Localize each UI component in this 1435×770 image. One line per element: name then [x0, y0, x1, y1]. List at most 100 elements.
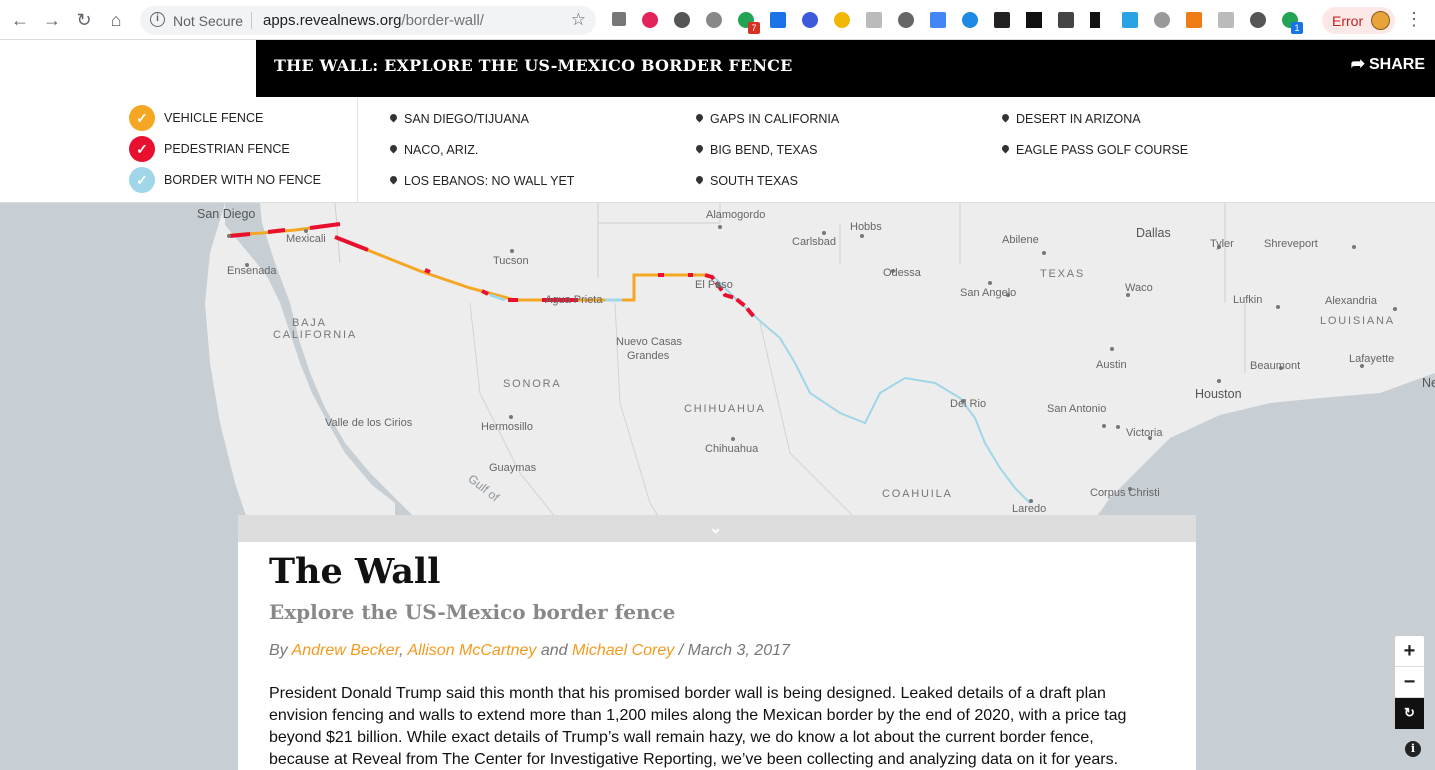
map-label: Tyler [1210, 238, 1234, 250]
author-link[interactable]: Michael Corey [572, 642, 674, 659]
address-bar[interactable]: i Not Secure apps.revealnews.org/border-… [140, 6, 596, 35]
extension-icon[interactable] [1186, 12, 1202, 28]
map-label: Lufkin [1233, 294, 1263, 306]
map-label: COAHUILA [882, 488, 953, 500]
extension-icon[interactable] [834, 12, 850, 28]
profile-error-button[interactable]: Error [1322, 7, 1395, 34]
map-label: Ne [1422, 376, 1435, 390]
extension-badge: 7 [748, 22, 760, 34]
map-label: Odessa [883, 267, 921, 279]
location-link[interactable]: SOUTH TEXAS [696, 174, 798, 188]
map-label: El Paso [695, 279, 733, 291]
byline-and: and [540, 642, 568, 659]
extension-icon[interactable] [802, 12, 818, 28]
map-label: Abilene [1002, 234, 1039, 246]
forward-icon[interactable]: → [40, 8, 64, 32]
camera-icon[interactable] [994, 12, 1010, 28]
byline: By Andrew Becker, Allison McCartney and … [269, 642, 790, 660]
map-label: Lafayette [1349, 353, 1395, 365]
map-label: Agua Prieta [545, 294, 603, 306]
extension-icon[interactable] [770, 12, 786, 28]
zoom-in-button[interactable]: + [1395, 636, 1424, 667]
map-label: BAJA [292, 317, 327, 329]
location-link[interactable]: LOS EBANOS: NO WALL YET [390, 174, 574, 188]
extension-icon[interactable] [866, 12, 882, 28]
extension-icon[interactable] [642, 12, 658, 28]
location-label: GAPS IN CALIFORNIA [710, 112, 840, 126]
article-subtitle: Explore the US-Mexico border fence [269, 600, 676, 624]
location-label: SOUTH TEXAS [710, 174, 798, 188]
location-link[interactable]: EAGLE PASS GOLF COURSE [1002, 143, 1188, 157]
translate-icon[interactable] [930, 12, 946, 28]
map-label: Mexicali [286, 233, 326, 245]
extension-icon[interactable] [706, 12, 722, 28]
back-icon[interactable]: ← [8, 8, 32, 32]
zoom-out-button[interactable]: − [1395, 667, 1424, 698]
location-label: EAGLE PASS GOLF COURSE [1016, 143, 1189, 157]
map-label: Hermosillo [481, 421, 533, 433]
url-text[interactable]: apps.revealnews.org/border-wall/ [263, 12, 484, 29]
extension-icon[interactable] [1122, 12, 1138, 28]
map-label: Victoria [1126, 427, 1163, 439]
author-link[interactable]: Allison McCartney [407, 642, 536, 659]
map-label: Beaumont [1250, 360, 1301, 372]
info-icon[interactable]: i [1405, 741, 1421, 757]
map-label: Chihuahua [705, 443, 759, 455]
location-label: LOS EBANOS: NO WALL YET [404, 174, 575, 188]
location-label: NACO, ARIZ. [404, 143, 479, 157]
location-label: SAN DIEGO/TIJUANA [404, 112, 530, 126]
info-icon[interactable]: i [150, 12, 165, 27]
map-label: Waco [1125, 282, 1153, 294]
map-label: Austin [1096, 359, 1127, 371]
extension-pen-icon[interactable] [612, 12, 626, 26]
article-card: ⌄ The Wall Explore the US-Mexico border … [238, 515, 1196, 770]
collapse-handle[interactable]: ⌄ [238, 515, 1196, 542]
share-label: SHARE [1368, 56, 1425, 73]
map-label: CHIHUAHUA [684, 403, 766, 415]
location-label: BIG BEND, TEXAS [710, 143, 818, 157]
location-link[interactable]: NACO, ARIZ. [390, 143, 478, 157]
extension-icon[interactable] [674, 12, 690, 28]
map-label: Dallas [1136, 226, 1171, 240]
avatar [1371, 11, 1390, 30]
home-icon[interactable]: ⌂ [104, 8, 128, 32]
byline-comma: , [399, 642, 404, 659]
map-label: Alexandria [1325, 295, 1377, 307]
map-label: Shreveport [1264, 238, 1318, 250]
omnibox-divider [251, 12, 252, 29]
map-label: Tucson [493, 255, 529, 267]
bookmark-star-icon[interactable]: ☆ [571, 10, 586, 30]
extension-icon[interactable] [898, 12, 914, 28]
map-label: Houston [1195, 387, 1242, 401]
extension-icon[interactable] [1026, 12, 1042, 28]
reset-view-button[interactable]: ↻ [1395, 698, 1424, 729]
map-label: CALIFORNIA [273, 329, 358, 341]
location-link[interactable]: BIG BEND, TEXAS [696, 143, 817, 157]
error-label: Error [1332, 13, 1364, 29]
map-label: SONORA [503, 378, 562, 390]
extension-icon[interactable] [1218, 12, 1234, 28]
pin-icon[interactable] [1250, 12, 1266, 28]
pin-icon [696, 114, 703, 124]
gear-icon[interactable] [1154, 12, 1170, 28]
location-link[interactable]: SAN DIEGO/TIJUANA [390, 112, 529, 126]
map-label: Laredo [1012, 503, 1047, 515]
map-label: Guaymas [489, 462, 537, 474]
location-link[interactable]: DESERT IN ARIZONA [1002, 112, 1141, 126]
map-label: Valle de los Cirios [325, 417, 413, 429]
page-title: THE WALL: EXPLORE THE US-MEXICO BORDER F… [274, 56, 793, 75]
legend-label: PEDESTRIAN FENCE [164, 142, 290, 156]
legend-bar: ✓ VEHICLE FENCE ✓ PEDESTRIAN FENCE ✓ BOR… [0, 97, 1435, 203]
author-link[interactable]: Andrew Becker [292, 642, 400, 659]
extension-icon[interactable] [962, 12, 978, 28]
extension-icon[interactable] [1058, 12, 1074, 28]
share-button[interactable]: ➦ SHARE [1351, 54, 1425, 74]
location-link[interactable]: GAPS IN CALIFORNIA [696, 112, 839, 126]
extension-icon[interactable] [1090, 12, 1100, 28]
menu-icon[interactable]: ⋮ [1405, 9, 1423, 30]
reload-icon[interactable]: ↻ [72, 8, 96, 32]
browser-toolbar: ← → ↻ ⌂ i Not Secure apps.revealnews.org… [0, 0, 1435, 40]
site-header: THE WALL: EXPLORE THE US-MEXICO BORDER F… [256, 40, 1435, 100]
ocean-west [0, 203, 225, 770]
pin-icon [390, 176, 397, 186]
